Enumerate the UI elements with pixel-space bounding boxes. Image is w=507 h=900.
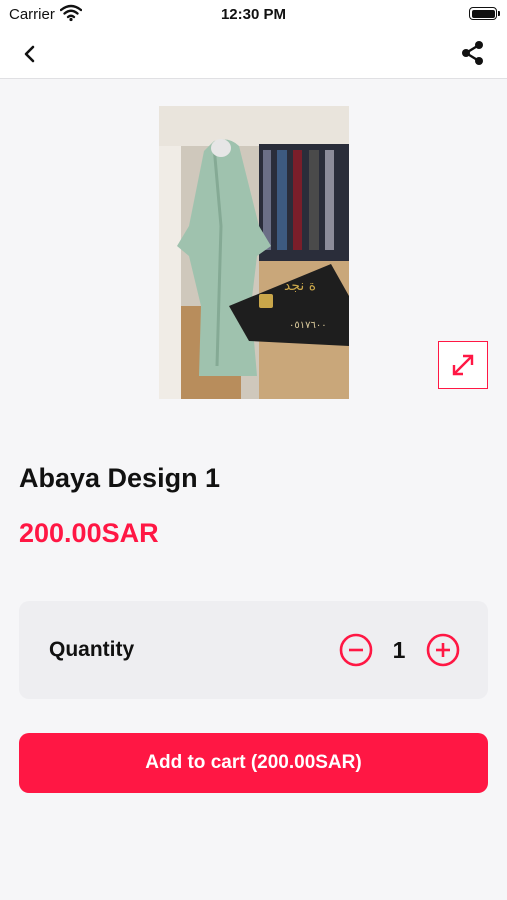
quantity-label: Quantity (49, 638, 135, 661)
status-time: 12:30 PM (220, 6, 287, 23)
expand-image-button[interactable] (438, 341, 488, 389)
share-icon (462, 41, 483, 65)
status-bar: Carrier 12:30 PM (0, 0, 507, 28)
product-price: 200.00SAR (19, 518, 159, 548)
add-to-cart-button[interactable]: Add to cart (200.00SAR) (19, 733, 488, 793)
quantity-value: 1 (392, 637, 406, 663)
product-image[interactable]: ة نجد ٠٥١٧٦٠٠ (159, 106, 349, 399)
minus-circle-icon (339, 633, 373, 667)
chevron-left-icon (24, 45, 35, 63)
svg-text:٠٥١٧٦٠٠: ٠٥١٧٦٠٠ (289, 320, 327, 331)
share-button[interactable] (457, 37, 489, 69)
plus-circle-icon (426, 633, 460, 667)
decrease-quantity-button[interactable] (339, 633, 373, 667)
navigation-bar (0, 28, 507, 79)
battery-icon (469, 7, 500, 20)
product-title: Abaya Design 1 (19, 463, 221, 493)
svg-text:ة نجد: ة نجد (284, 278, 316, 294)
back-button[interactable] (14, 38, 46, 70)
increase-quantity-button[interactable] (426, 633, 460, 667)
expand-diagonal-icon (452, 354, 474, 376)
quantity-selector: Quantity 1 (19, 601, 488, 699)
